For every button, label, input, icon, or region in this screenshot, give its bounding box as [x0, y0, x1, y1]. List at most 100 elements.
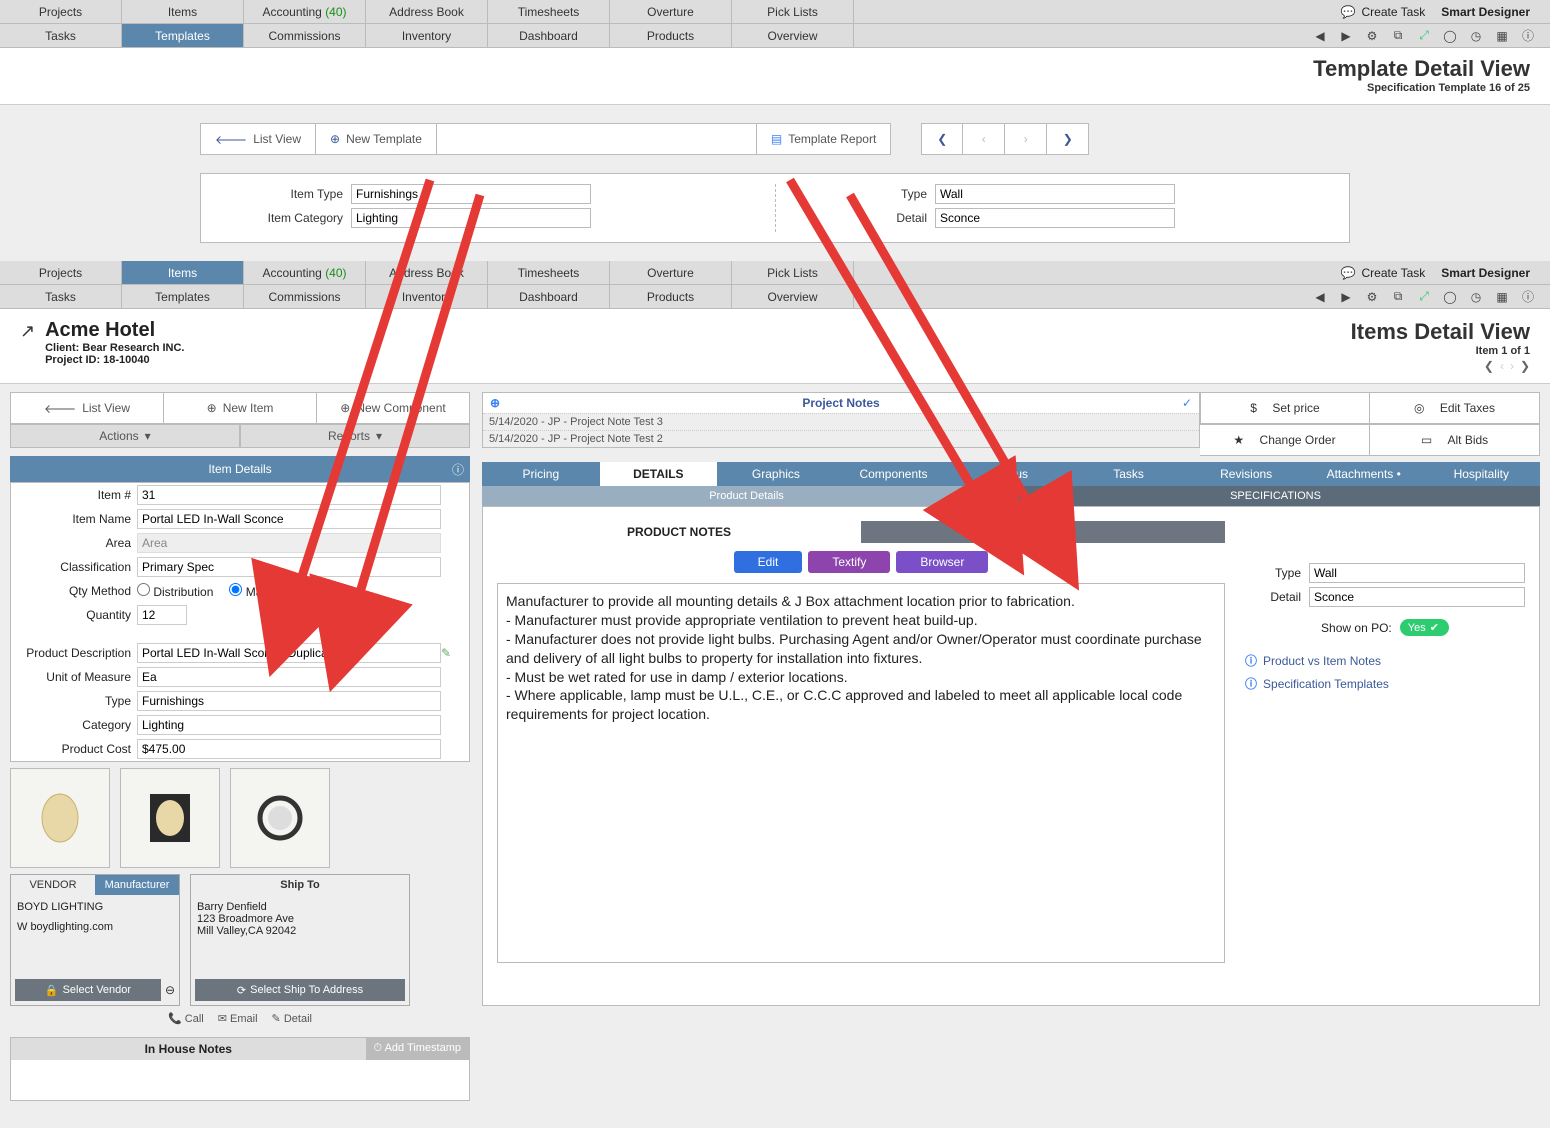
textify-button[interactable]: Textify: [808, 551, 890, 573]
item-number-field[interactable]: [137, 485, 441, 505]
i-tab-products[interactable]: Products: [610, 285, 732, 308]
spec-templates-link[interactable]: ⓘSpecification Templates: [1245, 675, 1525, 692]
item-notes-header[interactable]: Item Notes: [861, 521, 1225, 543]
i-tab-items[interactable]: Items: [122, 261, 244, 284]
nav-prev-icon[interactable]: ◀: [1312, 28, 1328, 44]
call-action[interactable]: 📞 Call: [168, 1012, 204, 1025]
tab-dashboard[interactable]: Dashboard: [488, 24, 610, 47]
tab-pricing[interactable]: Pricing: [482, 462, 600, 486]
inhouse-body[interactable]: [11, 1060, 469, 1100]
grid-icon[interactable]: ▦: [1494, 28, 1510, 44]
prev-icon[interactable]: ‹: [1500, 359, 1504, 373]
i-tab-commissions[interactable]: Commissions: [244, 285, 366, 308]
tab-accounting[interactable]: Accounting (40): [244, 0, 366, 23]
quantity-field[interactable]: [137, 605, 187, 625]
new-component-button[interactable]: ⊕ New Component: [317, 392, 470, 424]
grid-icon[interactable]: ▦: [1494, 289, 1510, 305]
qty-manual-radio[interactable]: [229, 583, 242, 596]
tab-revisions[interactable]: Revisions: [1187, 462, 1305, 486]
i-create-task[interactable]: 💬 Create Task: [1341, 266, 1426, 280]
remove-vendor-icon[interactable]: ⊖: [165, 983, 175, 997]
detail-field[interactable]: [935, 208, 1175, 228]
i-tab-overture[interactable]: Overture: [610, 261, 732, 284]
product-description-field[interactable]: [137, 643, 441, 663]
uom-field[interactable]: [137, 667, 441, 687]
product-notes-body[interactable]: Manufacturer to provide all mounting det…: [497, 583, 1225, 963]
list-view-button[interactable]: 🡐 List View: [200, 123, 316, 155]
qty-method-radio[interactable]: Distribution Manual: [137, 581, 441, 601]
thumbnail-1[interactable]: [10, 768, 110, 868]
item-type-field[interactable]: [351, 184, 591, 204]
browser-button[interactable]: Browser: [896, 551, 988, 573]
info-icon[interactable]: ⓘ: [1520, 289, 1536, 305]
tab-graphics[interactable]: Graphics: [717, 462, 835, 486]
i-tab-projects[interactable]: Projects: [0, 261, 122, 284]
item-category-field[interactable]: [137, 715, 441, 735]
template-report-button[interactable]: ▤ Template Report: [757, 123, 891, 155]
spec-type-field[interactable]: [1309, 563, 1525, 583]
subtab-specifications[interactable]: SPECIFICATIONS: [1011, 486, 1540, 506]
show-po-toggle[interactable]: Yes✔: [1400, 619, 1449, 636]
product-cost-field[interactable]: [137, 739, 441, 759]
list-view-button[interactable]: 🡐 List View: [10, 392, 164, 424]
new-template-button[interactable]: ⊕ New Template: [316, 123, 437, 155]
edit-taxes-button[interactable]: ◎ Edit Taxes: [1370, 392, 1540, 424]
tab-items[interactable]: Items: [122, 0, 244, 23]
nav-prev-icon[interactable]: ◀: [1312, 289, 1328, 305]
tab-components[interactable]: Components: [835, 462, 953, 486]
info-icon[interactable]: ⓘ: [1520, 28, 1536, 44]
add-note-icon[interactable]: ⊕: [483, 396, 507, 410]
qty-distribution-radio[interactable]: [137, 583, 150, 596]
i-tab-pick-lists[interactable]: Pick Lists: [732, 261, 854, 284]
create-task[interactable]: 💬 Create Task: [1341, 5, 1426, 19]
item-type-field[interactable]: [137, 691, 441, 711]
select-vendor-button[interactable]: 🔒Select Vendor: [15, 979, 161, 1001]
thumbnail-2[interactable]: [120, 768, 220, 868]
i-tab-timesheets[interactable]: Timesheets: [488, 261, 610, 284]
gear-icon[interactable]: ⚙: [1364, 28, 1380, 44]
info-icon[interactable]: ⓘ: [452, 461, 464, 478]
last-icon[interactable]: ❯: [1520, 359, 1530, 373]
tab-tasks[interactable]: Tasks: [1070, 462, 1188, 486]
reports-dropdown[interactable]: Reports▾: [240, 424, 470, 448]
tab-overture[interactable]: Overture: [610, 0, 732, 23]
tab-templates[interactable]: Templates: [122, 24, 244, 47]
tab-commissions[interactable]: Commissions: [244, 24, 366, 47]
note-check-icon[interactable]: ✓: [1175, 396, 1199, 410]
select-shipto-button[interactable]: ⟳Select Ship To Address: [195, 979, 405, 1001]
area-field[interactable]: [137, 533, 441, 553]
i-tab-tasks[interactable]: Tasks: [0, 285, 122, 308]
tab-inventory[interactable]: Inventory: [366, 24, 488, 47]
tab-overview[interactable]: Overview: [732, 24, 854, 47]
first-button[interactable]: ❮: [921, 123, 963, 155]
product-vs-item-notes-link[interactable]: ⓘProduct vs Item Notes: [1245, 652, 1525, 669]
set-price-button[interactable]: $ Set price: [1200, 392, 1370, 424]
tab-status[interactable]: Status: [952, 462, 1070, 486]
classification-field[interactable]: [137, 557, 441, 577]
item-category-field[interactable]: [351, 208, 591, 228]
alt-bids-button[interactable]: ▭ Alt Bids: [1370, 424, 1540, 456]
user-icon[interactable]: ◯: [1442, 289, 1458, 305]
actions-dropdown[interactable]: Actions▾: [10, 424, 240, 448]
copy-icon[interactable]: ⧉: [1390, 289, 1406, 305]
i-tab-inventory[interactable]: Inventory: [366, 285, 488, 308]
detail-action[interactable]: ✎ Detail: [272, 1012, 312, 1025]
project-note-2[interactable]: 5/14/2020 - JP - Project Note Test 2: [483, 430, 1199, 447]
i-tab-templates[interactable]: Templates: [122, 285, 244, 308]
manufacturer-tab[interactable]: Manufacturer: [95, 875, 179, 895]
next-button[interactable]: ›: [1005, 123, 1047, 155]
user-icon[interactable]: ◯: [1442, 28, 1458, 44]
tab-hospitality[interactable]: Hospitality: [1423, 462, 1541, 486]
tab-projects[interactable]: Projects: [0, 0, 122, 23]
clock-icon[interactable]: ◷: [1468, 289, 1484, 305]
subtab-product-details[interactable]: Product Details: [482, 486, 1011, 506]
gear-icon[interactable]: ⚙: [1364, 289, 1380, 305]
project-note-1[interactable]: 5/14/2020 - JP - Project Note Test 3: [483, 413, 1199, 430]
nav-next-icon[interactable]: ▶: [1338, 289, 1354, 305]
i-tab-accounting[interactable]: Accounting (40): [244, 261, 366, 284]
tab-attachments[interactable]: Attachments •: [1305, 462, 1423, 486]
last-button[interactable]: ❯: [1047, 123, 1089, 155]
i-tab-dashboard[interactable]: Dashboard: [488, 285, 610, 308]
tab-address-book[interactable]: Address Book: [366, 0, 488, 23]
edit-pencil-icon[interactable]: ✎: [441, 646, 463, 660]
